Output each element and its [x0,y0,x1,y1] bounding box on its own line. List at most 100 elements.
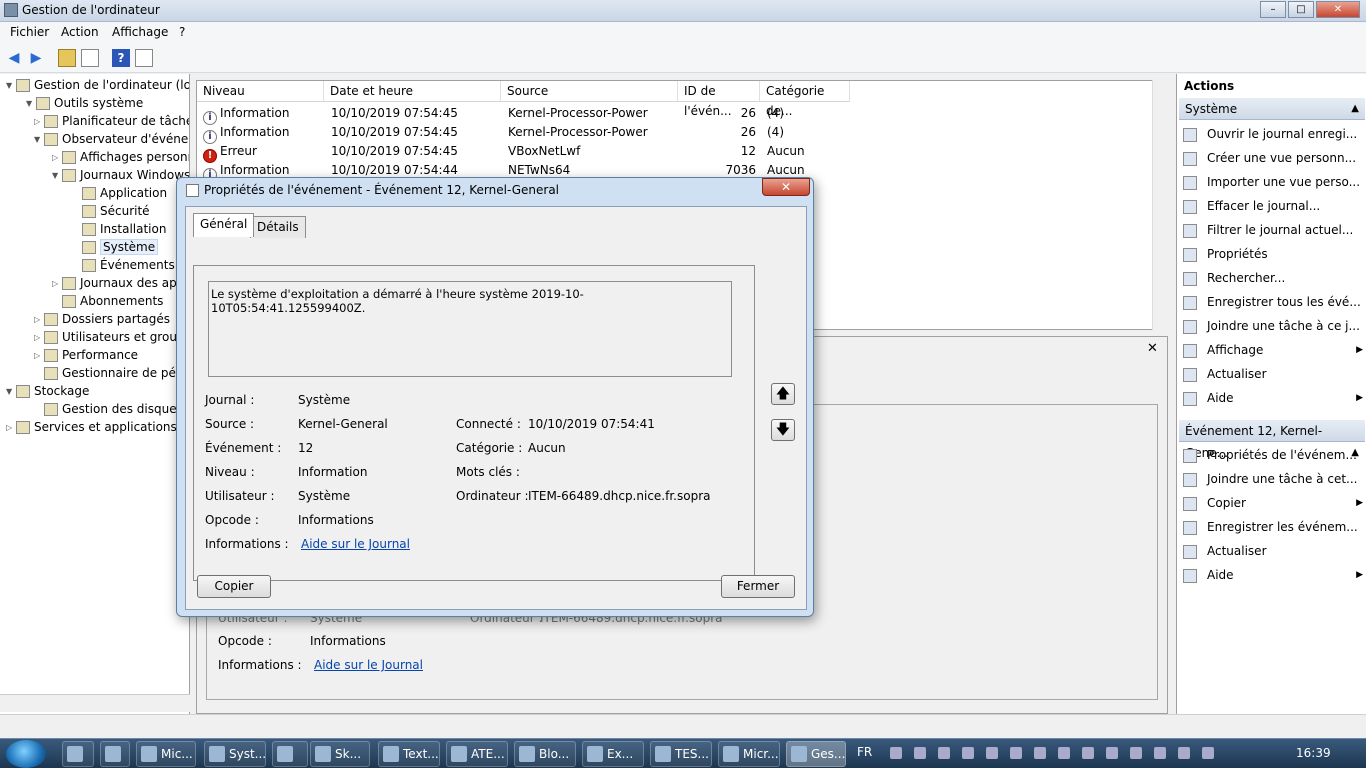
action-item[interactable]: Joindre une tâche à cet... [1183,468,1363,490]
help-icon[interactable]: ? [112,49,130,67]
up-folder-icon[interactable] [58,49,76,67]
column-header-level[interactable]: Niveau [197,81,324,102]
table-row[interactable]: i Information 10/10/2019 07:54:45 Kernel-… [197,123,1152,144]
column-header-source[interactable]: Source [501,81,678,102]
expand-arrow-icon[interactable]: ▼ [52,167,62,185]
taskbar-chrome-button[interactable]: Syst... [204,741,266,767]
tree-item[interactable]: ▼ Stockage [6,382,89,400]
expand-arrow-icon[interactable]: ▷ [6,419,16,437]
taskbar-computer-management-button[interactable]: Ges... [786,741,846,767]
column-header-date[interactable]: Date et heure [324,81,501,102]
expand-arrow-icon[interactable]: ▼ [6,77,16,95]
action-item[interactable]: Copier ▶ [1183,492,1363,514]
expand-arrow-icon[interactable]: ▷ [52,149,62,167]
event-description-box[interactable]: Le système d'exploitation a démarré à l'… [208,281,732,377]
tree-item[interactable]: ▷ Journaux des app [52,274,184,292]
expand-arrow-icon[interactable]: ▷ [34,329,44,347]
minimize-button[interactable]: – [1260,1,1286,18]
actions-group-event[interactable]: Événement 12, Kernel-Gene... ▲ [1179,420,1365,460]
expand-arrow-icon[interactable]: ▼ [6,383,16,401]
tree-item[interactable]: ▷ Affichages personna [52,148,189,167]
copy-button[interactable]: Copier [197,575,271,598]
expand-arrow-icon[interactable]: ▼ [34,131,44,149]
signal-icon[interactable] [1178,747,1190,759]
tree-item[interactable]: Sécurité [72,202,150,220]
tab-details[interactable]: Détails [250,216,306,238]
menu-affichage[interactable]: Affichage [112,25,168,39]
action-item[interactable]: Propriétés de l'événem... [1183,444,1363,466]
action-item[interactable]: Actualiser [1183,363,1363,385]
tree-item[interactable]: Gestion des disques [34,400,183,418]
network-share-icon[interactable] [986,747,998,759]
tab-general[interactable]: Général [193,213,255,237]
clock[interactable]: 16:39 [1296,746,1331,760]
taskbar-ie-icon[interactable] [62,741,94,767]
table-row[interactable]: i Information 10/10/2019 07:54:45 Kernel-… [197,104,1152,125]
action-item[interactable]: Importer une vue perso... [1183,171,1363,193]
taskbar-onenote-icon[interactable] [272,741,308,767]
tree-item[interactable]: ▼ Gestion de l'ordinateur (local) [6,76,189,95]
dollar-icon[interactable] [962,747,974,759]
notification-icon[interactable] [938,747,950,759]
journal-help-link[interactable]: Aide sur le Journal [301,537,410,551]
table-row[interactable]: ! Erreur 10/10/2019 07:54:45 VBoxNetLwf 1… [197,142,1152,163]
expand-arrow-icon[interactable]: ▼ [26,95,36,113]
taskbar-text-button[interactable]: Text... [378,741,440,767]
taskbar-explorer-button[interactable]: Ex... [582,741,644,767]
language-indicator[interactable]: FR [857,745,872,759]
taskbar-skype-button[interactable]: Sk... [310,741,370,767]
forward-arrow-icon[interactable]: ▶ [27,49,45,67]
skype-tray-icon[interactable] [1010,747,1022,759]
power-icon[interactable] [1154,747,1166,759]
action-item[interactable]: Joindre une tâche à ce j... [1183,315,1363,337]
tree-item[interactable]: ▼ Observateur d'événeme [34,130,189,149]
action-item[interactable]: Créer une vue personn... [1183,147,1363,169]
taskbar-teams-button[interactable]: Micr... [718,741,780,767]
tree-item[interactable]: ▼ Outils système [26,94,143,112]
vpn-icon[interactable] [914,747,926,759]
dialog-close-button[interactable]: ✕ [762,178,810,196]
antivirus-icon[interactable] [890,747,902,759]
menu-fichier[interactable]: Fichier [10,25,49,39]
expand-arrow-icon[interactable]: ▷ [52,275,62,293]
expand-arrow-icon[interactable]: ▷ [34,113,44,131]
show-hide-action-pane-icon[interactable] [135,49,153,67]
column-header-category[interactable]: Catégorie de... [760,81,850,118]
taskbar-tes-button[interactable]: TES... [650,741,712,767]
back-arrow-icon[interactable]: ◀ [5,49,23,67]
tree-item[interactable]: ▷ Utilisateurs et groupe [34,328,189,347]
close-preview-icon[interactable]: ✕ [1147,341,1158,356]
events-vertical-scrollbar[interactable] [1152,80,1168,330]
action-item[interactable]: Actualiser [1183,540,1363,562]
windows-start-icon[interactable] [6,740,46,768]
action-item[interactable]: Enregistrer tous les évé... [1183,291,1363,313]
volume-icon[interactable] [1202,747,1214,759]
previous-event-arrow-icon[interactable]: 🡅 [771,383,795,405]
action-item[interactable]: Aide ▶ [1183,387,1363,409]
expand-arrow-icon[interactable]: ▷ [34,311,44,329]
tree-item[interactable]: Événements tr [72,256,188,274]
action-item[interactable]: Propriétés [1183,243,1363,265]
preview-journal-help-link[interactable]: Aide sur le Journal [314,658,423,672]
action-item[interactable]: Filtrer le journal actuel... [1183,219,1363,241]
collapse-icon[interactable]: ▲ [1351,98,1359,120]
tree-item[interactable]: ▷ Services et applications [6,418,177,436]
tree-item[interactable]: Abonnements [52,292,163,310]
chat-icon[interactable] [1082,747,1094,759]
tree-item[interactable]: ▼ Journaux Windows [52,166,189,185]
actions-group-system[interactable]: Système ▲ [1179,98,1365,120]
tree-item[interactable]: Application [72,184,167,202]
next-event-arrow-icon[interactable]: 🡇 [771,419,795,441]
taskbar-ate-button[interactable]: ATE... [446,741,508,767]
tree-item[interactable]: Gestionnaire de périp [34,364,189,382]
menu-help[interactable]: ? [179,25,185,39]
menu-action[interactable]: Action [61,25,99,39]
printer-icon[interactable] [1058,747,1070,759]
action-item[interactable]: Aide ▶ [1183,564,1363,586]
tree-item[interactable]: ▷ Performance [34,346,138,364]
tree-item[interactable]: ▷ Planificateur de tâches [34,112,189,131]
expand-arrow-icon[interactable]: ▷ [34,347,44,365]
close-tray-icon[interactable] [1106,747,1118,759]
tree-item[interactable]: ▷ Dossiers partagés [34,310,170,328]
taskbar-app-button[interactable]: Mic... [136,741,196,767]
